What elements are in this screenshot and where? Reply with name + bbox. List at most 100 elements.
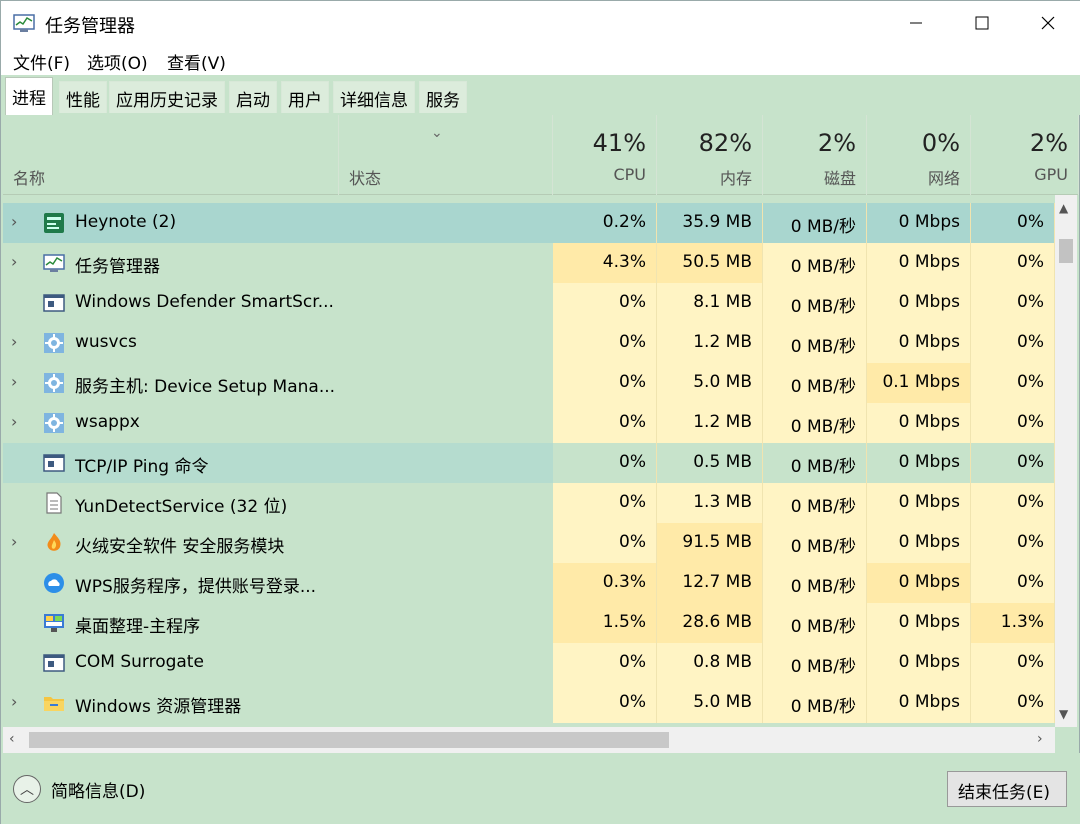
process-row[interactable]: › 服务主机: Device Setup Mana... 0% 5.0 MB 0 MB/… (3, 363, 1055, 403)
horizontal-scrollbar[interactable]: ‹ › (3, 727, 1055, 753)
tab-startup[interactable]: 启动 (229, 81, 277, 113)
process-name-cell[interactable]: COM Surrogate (3, 643, 553, 683)
process-name: WPS服务程序，提供账号登录... (75, 577, 317, 597)
chevron-right-icon[interactable]: › (11, 532, 27, 552)
process-name-cell[interactable]: TCP/IP Ping 命令 (3, 443, 553, 483)
disk-cell: 0 MB/秒 (763, 363, 867, 403)
service-gear-icon (43, 332, 65, 354)
process-row[interactable]: › Heynote (2) 0.2% 35.9 MB 0 MB/秒 0 Mbps 0% (3, 203, 1055, 243)
tab-users[interactable]: 用户 (281, 81, 329, 113)
minimize-icon (910, 22, 922, 24)
tab-processes[interactable]: 进程 (5, 77, 53, 115)
close-button[interactable] (1015, 1, 1080, 45)
memory-cell: 35.9 MB (657, 203, 763, 243)
end-task-button[interactable]: 结束任务(E) (947, 771, 1067, 807)
process-name-cell[interactable]: YunDetectService (32 位) (3, 483, 553, 523)
service-gear-icon (43, 412, 65, 434)
process-row[interactable]: WPS服务程序，提供账号登录... 0.3% 12.7 MB 0 MB/秒 0 Mbps… (3, 563, 1055, 603)
horizontal-scroll-thumb[interactable] (29, 732, 669, 748)
tab-details[interactable]: 详细信息 (333, 81, 415, 113)
column-memory[interactable]: 82% 内存 (657, 115, 763, 195)
process-name: 任务管理器 (75, 257, 160, 277)
column-name[interactable]: 名称 (3, 115, 339, 195)
process-name-cell[interactable]: › Heynote (2) (3, 203, 553, 243)
column-gpu[interactable]: 2% GPU (971, 115, 1079, 195)
process-row[interactable]: › wsappx 0% 1.2 MB 0 MB/秒 0 Mbps 0% (3, 403, 1055, 443)
memory-cell: 1.2 MB (657, 403, 763, 443)
tab-services[interactable]: 服务 (419, 81, 467, 113)
column-status[interactable]: 状态 (339, 115, 553, 195)
process-row[interactable]: › 任务管理器 4.3% 50.5 MB 0 MB/秒 0 Mbps 0% (3, 243, 1055, 283)
process-name-cell[interactable]: › 服务主机: Device Setup Mana... (3, 363, 553, 403)
window-app-icon (43, 292, 65, 314)
network-cell: 0 Mbps (867, 403, 971, 443)
column-network[interactable]: 0% 网络 (867, 115, 971, 195)
gpu-cell: 0% (971, 563, 1055, 603)
memory-cell: 0.8 MB (657, 643, 763, 683)
network-cell: 0.1 Mbps (867, 363, 971, 403)
process-row[interactable]: YunDetectService (32 位) 0% 1.3 MB 0 MB/秒 0 M… (3, 483, 1055, 523)
disk-cell: 0 MB/秒 (763, 683, 867, 723)
process-name-cell[interactable]: › Windows 资源管理器 (3, 683, 553, 723)
process-row[interactable]: COM Surrogate 0% 0.8 MB 0 MB/秒 0 Mbps 0% (3, 643, 1055, 683)
minimize-button[interactable] (883, 1, 949, 45)
menu-bar: 文件(F) 选项(O) 查看(V) (1, 45, 1080, 75)
column-disk[interactable]: 2% 磁盘 (763, 115, 867, 195)
gpu-cell: 0% (971, 483, 1055, 523)
gpu-cell: 0% (971, 643, 1055, 683)
network-cell: 0 Mbps (867, 683, 971, 723)
process-row[interactable]: 桌面整理-主程序 1.5% 28.6 MB 0 MB/秒 0 Mbps 1.3% (3, 603, 1055, 643)
chevron-right-icon[interactable]: › (11, 692, 27, 712)
process-row[interactable]: TCP/IP Ping 命令 0% 0.5 MB 0 MB/秒 0 Mbps 0% (3, 443, 1055, 483)
scroll-right-icon[interactable]: › (1037, 731, 1043, 747)
chevron-right-icon[interactable]: › (11, 212, 27, 232)
gpu-cell: 0% (971, 403, 1055, 443)
chevron-right-icon[interactable]: › (11, 252, 27, 272)
process-row[interactable]: › wusvcs 0% 1.2 MB 0 MB/秒 0 Mbps 0% (3, 323, 1055, 363)
chevron-right-icon[interactable]: › (11, 332, 27, 352)
disk-cell: 0 MB/秒 (763, 443, 867, 483)
chevron-up-icon[interactable]: ︿ (13, 775, 41, 803)
chevron-right-icon[interactable]: › (11, 372, 27, 392)
disk-cell: 0 MB/秒 (763, 203, 867, 243)
tab-performance[interactable]: 性能 (59, 81, 107, 113)
vertical-scrollbar[interactable]: ▲ ▼ (1055, 195, 1077, 727)
scroll-left-icon[interactable]: ‹ (9, 731, 15, 747)
vertical-scroll-thumb[interactable] (1059, 239, 1073, 263)
scroll-up-icon[interactable]: ▲ (1059, 201, 1068, 215)
process-name-cell[interactable]: › wusvcs (3, 323, 553, 363)
column-cpu[interactable]: 41% CPU (553, 115, 657, 195)
process-row[interactable]: › 火绒安全软件 安全服务模块 0% 91.5 MB 0 MB/秒 0 Mbps 0% (3, 523, 1055, 563)
network-cell: 0 Mbps (867, 243, 971, 283)
gpu-total: 2% (1029, 129, 1068, 157)
process-name: Windows Defender SmartScr... (75, 292, 334, 312)
process-row[interactable]: Windows Defender SmartScr... 0% 8.1 MB 0 MB… (3, 283, 1055, 323)
network-cell: 0 Mbps (867, 323, 971, 363)
process-row[interactable]: › Windows 资源管理器 0% 5.0 MB 0 MB/秒 0 Mbps 0% (3, 683, 1055, 723)
process-name-cell[interactable]: › wsappx (3, 403, 553, 443)
gpu-cell: 0% (971, 323, 1055, 363)
process-name-cell[interactable]: › 火绒安全软件 安全服务模块 (3, 523, 553, 563)
process-name-cell[interactable]: › 任务管理器 (3, 243, 553, 283)
menu-view[interactable]: 查看(V) (167, 49, 226, 74)
shield-flame-icon (43, 532, 65, 554)
chevron-right-icon[interactable]: › (11, 412, 27, 432)
maximize-button[interactable] (949, 1, 1015, 45)
disk-cell: 0 MB/秒 (763, 403, 867, 443)
process-name: YunDetectService (32 位) (75, 497, 288, 517)
menu-file[interactable]: 文件(F) (13, 49, 70, 74)
gpu-label: GPU (1034, 165, 1068, 184)
tab-bar: 进程 性能 应用历史记录 启动 用户 详细信息 服务 (1, 75, 1080, 115)
process-name-cell[interactable]: Windows Defender SmartScr... (3, 283, 553, 323)
footer: ︿ 简略信息(D) 结束任务(E) (1, 753, 1080, 824)
tab-app-history[interactable]: 应用历史记录 (109, 81, 225, 113)
fewer-details-link[interactable]: 简略信息(D) (51, 777, 145, 802)
memory-total: 82% (698, 129, 752, 157)
process-name-cell[interactable]: WPS服务程序，提供账号登录... (3, 563, 553, 603)
task-manager-icon (43, 252, 65, 274)
cpu-cell: 0% (553, 283, 657, 323)
title-bar[interactable]: 任务管理器 (1, 1, 1080, 45)
menu-options[interactable]: 选项(O) (87, 49, 148, 74)
process-name-cell[interactable]: 桌面整理-主程序 (3, 603, 553, 643)
scroll-down-icon[interactable]: ▼ (1059, 707, 1068, 721)
